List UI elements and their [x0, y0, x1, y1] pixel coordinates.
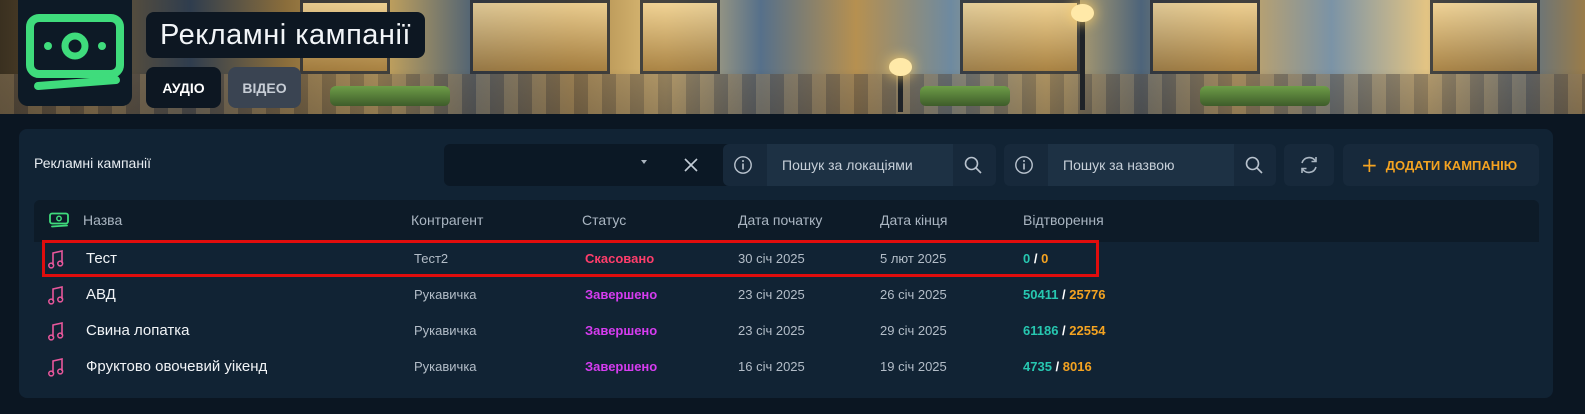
name-search: [1004, 144, 1276, 186]
banner-shopfront: [470, 0, 610, 74]
campaign-plays: 50411 / 25776: [1023, 287, 1106, 302]
column-header-start-date[interactable]: Дата початку: [738, 212, 822, 228]
selected-row-highlight: [42, 240, 1099, 277]
refresh-icon: [1301, 156, 1317, 174]
status-badge: Завершено: [585, 287, 658, 302]
campaign-name: АВД: [86, 286, 116, 303]
cash-icon: [49, 212, 69, 228]
campaign-contractor: Рукавичка: [414, 287, 477, 302]
campaign-name: Свина лопатка: [86, 322, 190, 339]
banner-lamp: [889, 58, 912, 112]
campaign-contractor: Рукавичка: [414, 359, 477, 374]
campaign-end-date: 29 січ 2025: [880, 323, 947, 338]
search-icon[interactable]: [963, 155, 983, 175]
plays-secondary: 22554: [1069, 323, 1106, 338]
banner-planter: [920, 86, 1010, 106]
plays-primary: 61186: [1023, 323, 1059, 338]
location-search-input[interactable]: [767, 144, 953, 186]
plays-secondary: 25776: [1069, 287, 1106, 302]
status-badge: Завершено: [585, 359, 658, 374]
banner-shopfront: [960, 0, 1080, 74]
filter-select[interactable]: [444, 144, 734, 186]
tab-audio[interactable]: АУДІО: [146, 67, 221, 108]
campaign-name: Фруктово овочевий уікенд: [86, 358, 268, 375]
campaign-plays: 4735 / 8016: [1023, 359, 1092, 374]
table-header: Назва Контрагент Статус Дата початку Дат…: [34, 200, 1539, 242]
plus-icon: +: [1361, 153, 1378, 177]
panel-title: Рекламні кампанії: [34, 155, 152, 171]
column-header-end-date[interactable]: Дата кінця: [880, 212, 947, 228]
column-header-status[interactable]: Статус: [582, 212, 626, 228]
banner-shopfront: [1150, 0, 1260, 74]
search-icon[interactable]: [1244, 155, 1264, 175]
campaign-start-date: 23 січ 2025: [738, 287, 805, 302]
plays-secondary: 8016: [1062, 359, 1092, 374]
add-campaign-label: ДОДАТИ КАМПАНІЮ: [1385, 157, 1518, 173]
refresh-button[interactable]: [1284, 144, 1334, 186]
app-logo: [18, 0, 132, 106]
banner-planter: [330, 86, 450, 106]
table-row[interactable]: Свина лопатка Рукавичка Завершено 23 січ…: [34, 314, 1539, 350]
campaign-contractor: Рукавичка: [414, 323, 477, 338]
banner-lamp: [1071, 4, 1094, 110]
campaign-end-date: 19 січ 2025: [880, 359, 947, 374]
banner-shopfront: [1430, 0, 1540, 74]
music-note-icon: [48, 358, 64, 377]
campaign-end-date: 26 січ 2025: [880, 287, 947, 302]
campaign-plays: 61186 / 22554: [1023, 323, 1106, 338]
table-row[interactable]: АВД Рукавичка Завершено 23 січ 2025 26 с…: [34, 278, 1539, 314]
chevron-down-icon[interactable]: [641, 160, 647, 164]
close-icon[interactable]: [681, 155, 701, 175]
info-icon[interactable]: [733, 155, 753, 175]
banner-planter: [1200, 86, 1330, 106]
plays-primary: 4735: [1023, 359, 1052, 374]
campaign-start-date: 16 січ 2025: [738, 359, 805, 374]
status-badge: Завершено: [585, 323, 658, 338]
music-note-icon: [48, 322, 64, 341]
add-campaign-button[interactable]: + ДОДАТИ КАМПАНІЮ: [1343, 144, 1539, 186]
banner-shopfront: [640, 0, 720, 74]
music-note-icon: [48, 286, 64, 305]
name-search-input[interactable]: [1048, 144, 1234, 186]
column-header-plays[interactable]: Відтворення: [1023, 212, 1104, 228]
campaign-start-date: 23 січ 2025: [738, 323, 805, 338]
column-header-name[interactable]: Назва: [83, 212, 122, 228]
info-icon[interactable]: [1014, 155, 1034, 175]
column-header-contractor[interactable]: Контрагент: [411, 212, 483, 228]
page-title: Рекламні кампанії: [146, 12, 425, 58]
plays-primary: 50411: [1023, 287, 1059, 302]
tab-video[interactable]: ВІДЕО: [228, 67, 301, 108]
cash-logo-icon: [26, 14, 124, 90]
table-row[interactable]: Фруктово овочевий уікенд Рукавичка Завер…: [34, 350, 1539, 386]
location-search: [723, 144, 996, 186]
